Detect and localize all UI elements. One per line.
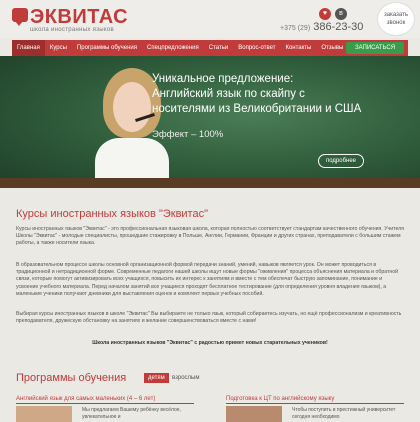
phone: +375 (29) 386-23-30 [280,21,363,33]
nav-item-articles[interactable]: Статьи [204,40,233,56]
welcome-paragraph: Школа иностранных языков "Эквитас" с рад… [92,340,328,346]
course-title[interactable]: Подготовка к ЦТ по английскому языку [226,396,334,402]
choice-paragraph: Выбирая курсы иностранных языков в школе… [16,311,402,325]
hero-effect: Эффект – 100% [152,129,224,140]
nav-item-reviews[interactable]: Отзывы [316,40,348,56]
social-icons: ♥ в [319,8,347,20]
hero-line: Уникальное предложение: [152,73,294,85]
logo[interactable]: ЭКВИТАС [30,6,128,29]
course-title[interactable]: Английский язык для самых маленьких (4 –… [16,396,155,402]
course-image[interactable] [16,406,72,422]
call-request-button[interactable]: заказать звонок [377,2,415,36]
vk-icon[interactable]: в [335,8,347,20]
nav-item-home[interactable]: Главная [12,40,45,56]
chalkboard-frame [0,178,420,188]
hero-line: носителями из Великобритании и США [152,103,362,115]
hero-headline: Уникальное предложение: Английский язык … [152,72,392,117]
tab-adults[interactable]: взрослым [168,373,203,383]
signup-button[interactable]: ЗАПИСАТЬСЯ [346,42,404,54]
method-paragraph: В образовательном процессе школы основно… [16,262,399,297]
divider [16,403,194,404]
page-title: Курсы иностранных языков "Эквитас" [16,208,208,220]
main-nav: Главная Курсы Программы обучения Спецпре… [12,40,408,56]
phone-prefix: +375 (29) [280,25,311,32]
nav-item-special-offers[interactable]: Спецпредложения [142,40,204,56]
nav-item-contacts[interactable]: Контакты [280,40,316,56]
nav-item-faq[interactable]: Вопрос-ответ [233,40,280,56]
like-icon[interactable]: ♥ [319,8,331,20]
programs-title: Программы обучения [16,372,127,384]
header: ЭКВИТАС школа иностранных языков ♥ в +37… [0,0,420,38]
logo-subtitle: школа иностранных языков [30,27,114,33]
logo-icon [12,8,28,26]
course-text: Чтобы поступить в престижный университет… [292,407,396,420]
nav-item-courses[interactable]: Курсы [45,40,72,56]
hero-line: Английский язык по скайпу с [152,88,305,100]
nav-item-programs[interactable]: Программы обучения [72,40,142,56]
more-button[interactable]: подробнее [318,154,364,168]
tab-kids[interactable]: детям [144,373,169,383]
intro-paragraph: Курсы иностранных языков "Эквитас" - это… [16,226,405,247]
course-text: Мы предлагаем Вашему ребёнку весёлое, ув… [82,407,181,420]
course-image[interactable] [226,406,282,422]
divider [226,403,404,404]
phone-number: 386-23-30 [313,21,364,33]
